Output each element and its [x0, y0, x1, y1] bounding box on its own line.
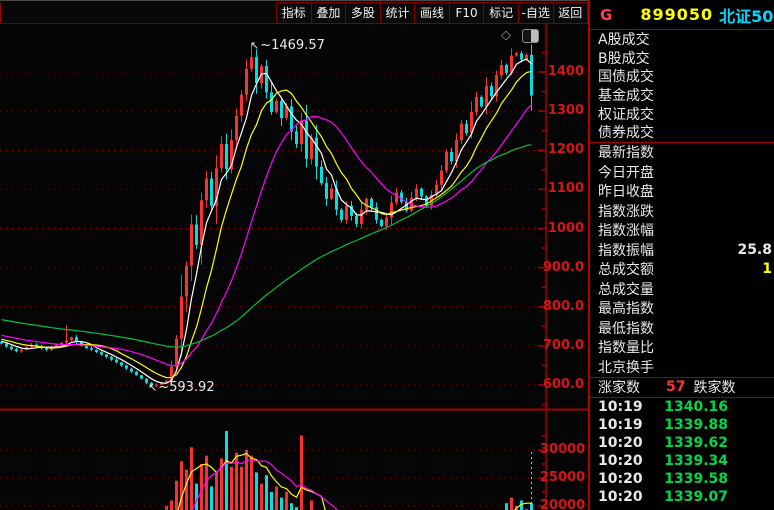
tick-time: 10:20 — [598, 470, 643, 487]
candles-layer — [0, 44, 533, 388]
annotation-arrow-icon: ↖ — [250, 39, 260, 52]
market-list-item[interactable]: 国债成交 — [590, 67, 774, 86]
volume-axis-label: 30000 — [540, 442, 586, 457]
price-axis-label: 1100 — [547, 181, 584, 197]
toolbar-button-返回[interactable]: 返回 — [552, 2, 589, 24]
index-stat-label: 最高指数 — [598, 301, 654, 318]
annotation-arrow-icon: ↖ — [148, 381, 158, 394]
tick-time: 10:19 — [598, 416, 643, 433]
tick-price: 1339.07 — [664, 488, 728, 505]
toolbar-button-标记[interactable]: 标记 — [483, 2, 519, 24]
market-list-item[interactable]: 基金成交 — [590, 86, 774, 105]
trade-tick-row: 10:20 1339.34 — [590, 452, 774, 470]
chart-area[interactable]: ◇ ↖~1469.57 ↖~593.92 1400 1300 1200 1100 100… — [0, 24, 588, 510]
volume-axis-label: 20000 — [540, 498, 586, 510]
symbol-code: 899050 — [640, 5, 714, 24]
index-stat-row: 北京换手 — [590, 357, 774, 377]
market-list-item[interactable]: 权证成交 — [590, 104, 774, 123]
price-axis-label: 1000 — [547, 220, 584, 236]
index-stat-label: 指数涨幅 — [598, 223, 654, 240]
tick-price: 1339.58 — [664, 470, 728, 487]
tick-price: 1339.34 — [664, 452, 728, 469]
index-stat-row: 指数涨幅 — [590, 221, 774, 241]
price-volume-chart[interactable] — [0, 24, 588, 510]
index-stat-value: 25.8 — [737, 241, 772, 258]
split-layout-icon[interactable] — [522, 29, 539, 43]
index-stat-label: 指数振幅 — [598, 242, 654, 259]
trade-tick-row: 10:19 1339.88 — [590, 416, 774, 434]
quote-panel: G 899050 北证50 A股成交 B股成交 国债成交 基金成交 权证成交 债券成交 最… — [588, 0, 774, 510]
market-flag: G — [600, 5, 613, 24]
index-stat-row: 总成交量 — [590, 279, 774, 299]
trade-tick-list[interactable]: 10:19 1340.16 10:19 1339.88 10:20 1339.62 10:2… — [590, 398, 774, 506]
price-axis-label: 600.0 — [542, 377, 584, 392]
index-stats-list: 最新指数今日开盘昨日收盘指数涨跌指数涨幅指数振幅 25.8 总成交额 1 总成交量最高指… — [590, 143, 774, 378]
tick-price: 1340.16 — [664, 398, 728, 415]
gridlines — [0, 71, 546, 507]
index-stat-label: 北京换手 — [598, 359, 654, 376]
symbol-name: 北证50 — [719, 6, 774, 26]
toolbar-button-画线[interactable]: 画线 — [414, 2, 450, 24]
price-axis-label: 1400 — [547, 64, 584, 79]
trade-tick-row: 10:19 1340.16 — [590, 398, 774, 416]
index-stat-label: 昨日收盘 — [598, 184, 654, 201]
index-stat-label: 指数量比 — [598, 340, 654, 357]
diamond-icon[interactable]: ◇ — [501, 28, 511, 43]
toolbar-buttons: 指标 叠加 多股 统计 画线 F10 标记 -自选 返回 — [276, 2, 589, 24]
index-stat-row: 指数量比 — [590, 338, 774, 358]
index-stat-row: 总成交额 1 — [590, 260, 774, 280]
top-toolbar: 指标 叠加 多股 统计 画线 F10 标记 -自选 返回 — [0, 0, 589, 24]
decliners-label: 跌家数 — [693, 380, 736, 397]
index-stat-row: 最新指数 — [590, 143, 774, 163]
index-stat-row: 最高指数 — [590, 299, 774, 319]
price-axis-label: 900.0 — [542, 259, 584, 275]
tick-time: 10:20 — [598, 434, 643, 451]
index-stat-row: 昨日收盘 — [590, 182, 774, 202]
market-list-item[interactable]: B股成交 — [590, 49, 774, 68]
tick-time: 10:19 — [598, 398, 643, 415]
advancers-label: 涨家数 — [598, 380, 640, 397]
peak-price-annotation: ↖~1469.57 — [250, 38, 325, 53]
trade-tick-row: 10:20 1339.58 — [590, 470, 774, 488]
index-stat-row: 指数涨跌 — [590, 201, 774, 221]
toolbar-button-多股[interactable]: 多股 — [345, 2, 381, 24]
index-stat-value: 1 — [762, 261, 772, 278]
toolbar-button-F10[interactable]: F10 — [448, 2, 485, 24]
index-stat-row: 指数振幅 25.8 — [590, 240, 774, 260]
volume-bars — [165, 430, 533, 510]
trade-tick-row: 10:20 1339.07 — [590, 488, 774, 506]
tick-price: 1339.62 — [664, 434, 728, 451]
index-stat-label: 今日开盘 — [598, 164, 654, 181]
symbol-header: G 899050 北证50 — [590, 0, 774, 30]
toolbar-button--自选[interactable]: -自选 — [517, 2, 554, 24]
market-list-item[interactable]: 债券成交 — [590, 123, 774, 142]
index-stat-label: 指数涨跌 — [598, 203, 654, 220]
index-stat-row: 今日开盘 — [590, 162, 774, 182]
index-stat-row: 最低指数 — [590, 318, 774, 338]
toolbar-button-指标[interactable]: 指标 — [276, 2, 312, 24]
price-axis-label: 700.0 — [542, 337, 584, 353]
volume-axis-label: 25000 — [540, 470, 586, 485]
advancers-count: 57 — [666, 379, 686, 396]
toolbar-button-叠加[interactable]: 叠加 — [310, 2, 347, 24]
index-stat-label: 最低指数 — [598, 320, 654, 337]
market-turnover-list: A股成交 B股成交 国债成交 基金成交 权证成交 债券成交 — [590, 30, 774, 143]
topbar-left-mark — [0, 3, 1, 23]
advancers-decliners-row: 涨家数 57 跌家数 — [590, 378, 774, 398]
tick-price: 1339.88 — [664, 416, 728, 433]
trade-tick-row: 10:20 1339.62 — [590, 434, 774, 452]
price-axis-label: 800.0 — [542, 298, 584, 314]
price-axis-label: 1300 — [547, 103, 584, 119]
ma-lines — [1, 58, 532, 384]
index-stat-label: 总成交额 — [598, 262, 654, 279]
trading-terminal: 指标 叠加 多股 统计 画线 F10 标记 -自选 返回 ◇ ↖~1469.57 ↖~593.9… — [0, 0, 774, 510]
tick-time: 10:20 — [598, 452, 643, 469]
index-stat-label: 总成交量 — [598, 281, 654, 298]
trough-price-annotation: ↖~593.92 — [148, 380, 215, 395]
index-stat-label: 最新指数 — [598, 145, 654, 162]
market-list-item[interactable]: A股成交 — [590, 30, 774, 49]
price-axis-label: 1200 — [547, 142, 584, 158]
toolbar-button-统计[interactable]: 统计 — [379, 2, 416, 24]
tick-time: 10:20 — [598, 488, 643, 505]
